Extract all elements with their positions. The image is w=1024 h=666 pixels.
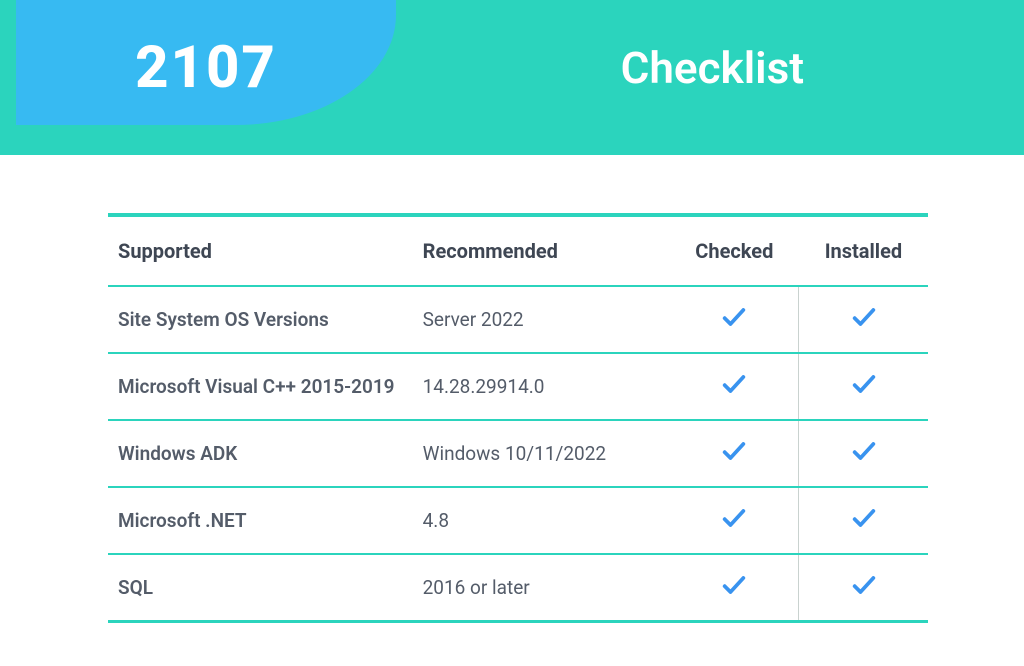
table-row: Site System OS VersionsServer 2022 [108,286,928,353]
cell-supported: Microsoft .NET [108,487,413,554]
cell-supported: SQL [108,554,413,622]
column-header-recommended: Recommended [413,215,670,286]
table-row: Microsoft Visual C++ 2015-201914.28.2991… [108,353,928,420]
cell-checked [670,420,799,487]
table-row: Microsoft .NET4.8 [108,487,928,554]
cell-recommended: Windows 10/11/2022 [413,420,670,487]
checkmark-icon [720,303,748,331]
cell-installed [799,353,928,420]
column-header-checked: Checked [670,215,799,286]
cell-supported: Windows ADK [108,420,413,487]
cell-checked [670,286,799,353]
table-row: SQL2016 or later [108,554,928,622]
cell-installed [799,487,928,554]
cell-recommended: 4.8 [413,487,670,554]
checkmark-icon [850,303,878,331]
cell-installed [799,420,928,487]
checklist-table: Supported Recommended Checked Installed … [108,213,928,623]
checkmark-icon [720,571,748,599]
version-number: 2107 [135,34,277,102]
cell-installed [799,286,928,353]
column-header-installed: Installed [799,215,928,286]
table-row: Windows ADKWindows 10/11/2022 [108,420,928,487]
checkmark-icon [850,571,878,599]
table-header-row: Supported Recommended Checked Installed [108,215,928,286]
header-banner: 2107 Checklist [0,0,1024,155]
cell-supported: Microsoft Visual C++ 2015-2019 [108,353,413,420]
cell-supported: Site System OS Versions [108,286,413,353]
cell-checked [670,554,799,622]
cell-recommended: Server 2022 [413,286,670,353]
cell-recommended: 14.28.29914.0 [413,353,670,420]
content-area: Supported Recommended Checked Installed … [0,155,1024,623]
version-badge: 2107 [16,0,396,125]
page-title: Checklist [621,42,804,94]
cell-recommended: 2016 or later [413,554,670,622]
checkmark-icon [850,504,878,532]
checkmark-icon [720,504,748,532]
cell-checked [670,487,799,554]
cell-installed [799,554,928,622]
checkmark-icon [720,437,748,465]
checkmark-icon [720,370,748,398]
column-header-supported: Supported [108,215,413,286]
checkmark-icon [850,437,878,465]
checkmark-icon [850,370,878,398]
cell-checked [670,353,799,420]
